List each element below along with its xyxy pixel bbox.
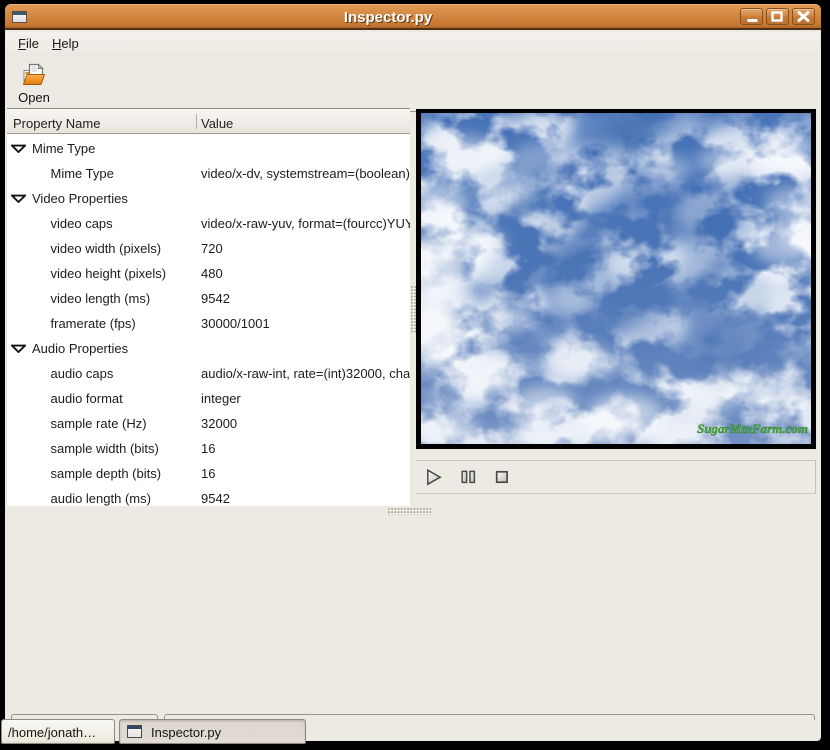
svg-text:SugarMtnFarm.com: SugarMtnFarm.com — [697, 421, 808, 436]
